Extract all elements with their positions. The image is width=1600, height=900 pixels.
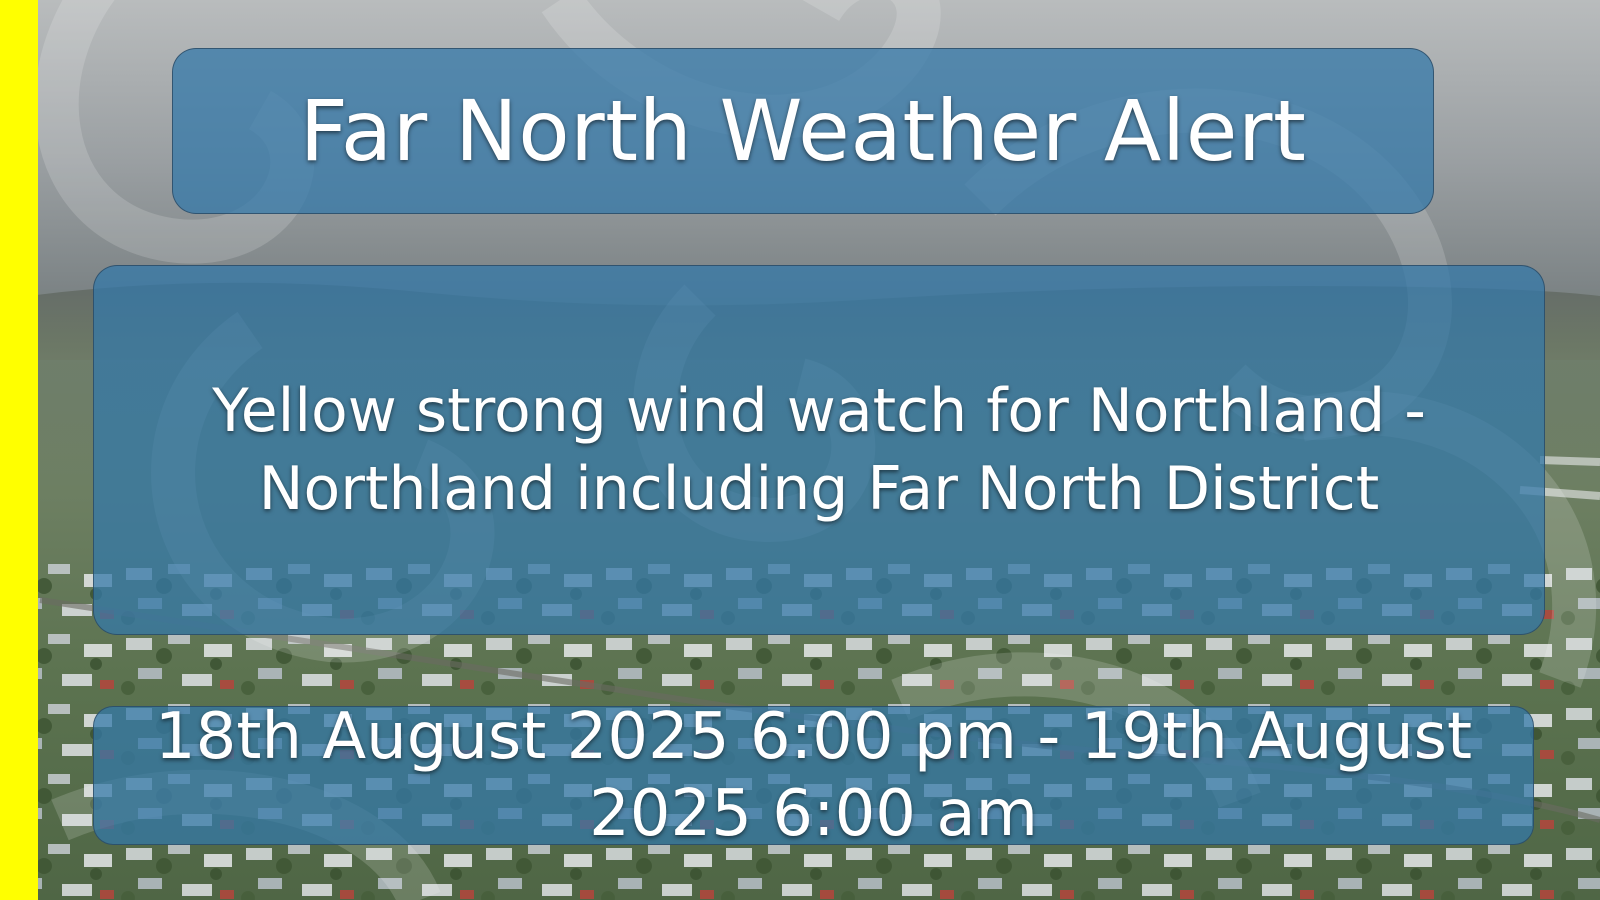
alert-title-panel: Far North Weather Alert: [172, 48, 1434, 214]
alert-level-bar: [0, 0, 38, 900]
alert-message: Yellow strong wind watch for Northland -…: [212, 376, 1426, 524]
weather-alert-slide: Far North Weather Alert Yellow strong wi…: [0, 0, 1600, 900]
alert-period: 18th August 2025 6:00 pm - 19th August 2…: [154, 699, 1473, 851]
alert-period-panel: 18th August 2025 6:00 pm - 19th August 2…: [93, 700, 1534, 851]
alert-message-panel: Yellow strong wind watch for Northland -…: [93, 265, 1545, 635]
alert-title: Far North Weather Alert: [299, 82, 1307, 180]
